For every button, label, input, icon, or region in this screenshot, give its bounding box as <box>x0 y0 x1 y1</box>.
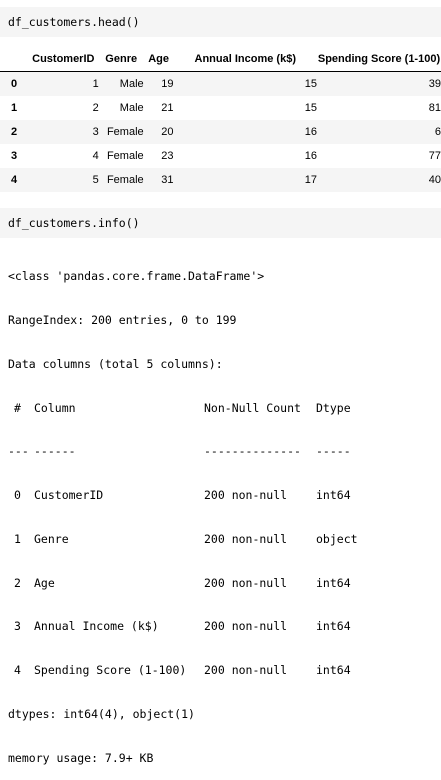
header-dtype: Dtype <box>316 400 351 415</box>
cell-age: 21 <box>161 102 174 114</box>
header-index <box>0 47 28 72</box>
info-row: 0 CustomerID 200 non-null int64 <box>8 488 438 503</box>
cell-genre: Male <box>119 78 144 90</box>
dataframe-output: CustomerID Genre Age Annual Income (k$) … <box>0 47 441 192</box>
separator-column: ------ <box>34 444 76 459</box>
cell-customerid: 4 <box>92 150 99 162</box>
cell-spending-score: 6 <box>434 126 441 138</box>
cell-annual-income: 17 <box>304 174 317 186</box>
info-column: Genre <box>34 531 69 546</box>
row-index: 1 <box>11 102 18 114</box>
info-dtype: int64 <box>316 488 351 503</box>
info-non-null: 200 non-null <box>204 575 288 590</box>
info-column: Annual Income (k$) <box>34 619 159 634</box>
info-row: 2 Age 200 non-null int64 <box>8 576 438 591</box>
table-row: 2 3 Female 20 16 6 <box>0 120 441 144</box>
memory-usage-line: memory usage: 7.9+ KB <box>8 750 154 765</box>
header-customerid: CustomerID <box>27 47 99 72</box>
info-dtype: int64 <box>316 619 351 634</box>
code-text: df_customers.info() <box>8 216 140 230</box>
header-spending-score: Spending Score (1-100) <box>316 47 441 72</box>
info-row: 1 Genre 200 non-null object <box>8 532 438 547</box>
cell-customerid: 2 <box>92 102 99 114</box>
header-num: # <box>14 400 21 415</box>
separator-non-null: -------------- <box>204 444 301 459</box>
cell-genre: Female <box>106 126 144 138</box>
cell-spending-score: 39 <box>428 78 441 90</box>
header-genre: Genre <box>98 47 144 72</box>
table-row: 0 1 Male 19 15 39 <box>0 71 441 96</box>
separator-num: --- <box>8 444 29 459</box>
info-column: Spending Score (1-100) <box>34 663 187 678</box>
cell-customerid: 3 <box>92 126 99 138</box>
info-output: <class 'pandas.core.frame.DataFrame'> Ra… <box>8 240 438 780</box>
cell-annual-income: 15 <box>304 102 317 114</box>
table-row: 1 2 Male 21 15 81 <box>0 96 441 120</box>
cell-spending-score: 77 <box>428 150 441 162</box>
dataframe-table: CustomerID Genre Age Annual Income (k$) … <box>0 47 441 192</box>
info-num: 2 <box>14 575 21 590</box>
cell-genre: Female <box>106 150 144 162</box>
info-non-null: 200 non-null <box>204 663 288 678</box>
info-dtype: int64 <box>316 663 351 678</box>
range-index-line: RangeIndex: 200 entries, 0 to 199 <box>8 312 237 327</box>
info-column: CustomerID <box>34 488 104 503</box>
info-num: 3 <box>14 619 21 634</box>
header-age: Age <box>143 47 174 72</box>
code-cell-head[interactable]: df_customers.head() <box>0 7 441 37</box>
cell-customerid: 5 <box>92 174 99 186</box>
table-row: 4 5 Female 31 17 40 <box>0 168 441 192</box>
cell-customerid: 1 <box>92 78 99 90</box>
info-non-null: 200 non-null <box>204 619 288 634</box>
row-index: 0 <box>11 78 18 90</box>
cell-age: 31 <box>161 174 174 186</box>
info-num: 0 <box>14 488 21 503</box>
info-dtype: object <box>316 531 358 546</box>
data-columns-line: Data columns (total 5 columns): <box>8 356 223 371</box>
info-non-null: 200 non-null <box>204 488 288 503</box>
cell-genre: Female <box>106 174 144 186</box>
cell-annual-income: 16 <box>304 150 317 162</box>
info-row: 3 Annual Income (k$) 200 non-null int64 <box>8 619 438 634</box>
cell-spending-score: 40 <box>428 174 441 186</box>
header-annual-income: Annual Income (k$) <box>173 47 317 72</box>
info-num: 4 <box>14 663 21 678</box>
dtypes-line: dtypes: int64(4), object(1) <box>8 707 195 721</box>
cell-annual-income: 15 <box>304 78 317 90</box>
row-index: 3 <box>11 150 18 162</box>
separator-dtype: ----- <box>316 444 351 459</box>
info-dtype: int64 <box>316 575 351 590</box>
header-non-null: Non-Null Count <box>204 400 301 415</box>
table-header-row: CustomerID Genre Age Annual Income (k$) … <box>0 47 441 72</box>
row-index: 2 <box>11 126 18 138</box>
cell-age: 20 <box>161 126 174 138</box>
code-cell-info[interactable]: df_customers.info() <box>0 208 441 238</box>
info-header-row: # Column Non-Null Count Dtype <box>8 401 438 416</box>
info-column: Age <box>34 575 55 590</box>
cell-annual-income: 16 <box>304 126 317 138</box>
info-separator-row: --- ------ -------------- ----- <box>8 444 438 459</box>
info-non-null: 200 non-null <box>204 531 288 546</box>
code-text: df_customers.head() <box>8 15 140 29</box>
cell-age: 23 <box>161 150 174 162</box>
cell-genre: Male <box>119 102 144 114</box>
header-column: Column <box>34 400 76 415</box>
row-index: 4 <box>11 174 18 186</box>
cell-age: 19 <box>161 78 174 90</box>
table-row: 3 4 Female 23 16 77 <box>0 144 441 168</box>
cell-spending-score: 81 <box>428 102 441 114</box>
info-row: 4 Spending Score (1-100) 200 non-null int64 <box>8 663 438 678</box>
class-line: <class 'pandas.core.frame.DataFrame'> <box>8 269 265 284</box>
info-num: 1 <box>14 531 21 546</box>
